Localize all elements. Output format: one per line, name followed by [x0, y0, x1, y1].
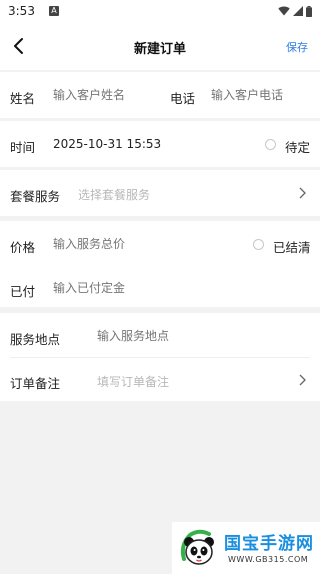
pending-label: 待定 — [285, 140, 311, 155]
time-label: 时间 — [10, 140, 36, 155]
payment-section: 价格 已结清 已付 — [0, 221, 320, 307]
battery-icon — [306, 5, 312, 17]
top-bar: 新建订单 保存 — [0, 22, 320, 70]
watermark-url: WWW.GB315.COM — [228, 555, 309, 564]
status-bar: 3:53 A — [0, 0, 320, 22]
time-row: 时间 2025-10-31 15:53 待定 — [0, 121, 320, 167]
wifi-icon — [278, 6, 290, 16]
phone-label: 电话 — [170, 91, 196, 106]
price-row: 价格 已结清 — [0, 221, 320, 267]
price-label: 价格 — [10, 240, 36, 255]
a-notification-icon: A — [48, 6, 59, 16]
package-section: 套餐服务 选择套餐服务 — [0, 170, 320, 216]
price-input[interactable] — [53, 237, 203, 251]
status-icons — [278, 5, 312, 17]
note-input[interactable]: 填写订单备注 — [97, 373, 169, 390]
pending-radio[interactable] — [265, 139, 276, 150]
package-row[interactable]: 套餐服务 选择套餐服务 — [0, 170, 320, 216]
note-row[interactable]: 订单备注 填写订单备注 — [0, 357, 320, 403]
chevron-right-icon — [299, 187, 306, 199]
panda-logo-icon — [180, 529, 214, 565]
note-label: 订单备注 — [10, 376, 61, 391]
paid-input[interactable] — [53, 281, 203, 295]
paid-label: 已付 — [10, 284, 36, 299]
address-input[interactable] — [97, 329, 277, 343]
settled-label: 已结清 — [273, 240, 311, 255]
name-input[interactable] — [53, 88, 153, 102]
package-label: 套餐服务 — [10, 189, 61, 204]
address-row: 服务地点 — [0, 313, 320, 359]
package-selector[interactable]: 选择套餐服务 — [78, 186, 150, 203]
name-label: 姓名 — [10, 91, 36, 106]
watermark-brand: 国宝手游网 — [224, 534, 314, 554]
save-button[interactable]: 保存 — [286, 39, 308, 55]
customer-section: 姓名 电话 — [0, 72, 320, 118]
time-section: 时间 2025-10-31 15:53 待定 — [0, 121, 320, 167]
time-value[interactable]: 2025-10-31 15:53 — [53, 137, 161, 151]
paid-row: 已付 — [0, 265, 320, 311]
status-time: 3:53 — [8, 4, 35, 18]
phone-input[interactable] — [211, 88, 311, 102]
address-label: 服务地点 — [10, 332, 61, 347]
settled-radio[interactable] — [253, 239, 264, 250]
chevron-right-icon — [299, 374, 306, 386]
signal-icon — [293, 6, 303, 16]
location-section: 服务地点 订单备注 填写订单备注 — [0, 313, 320, 401]
customer-row: 姓名 电话 — [0, 72, 320, 118]
watermark: 国宝手游网 WWW.GB315.COM — [172, 522, 320, 574]
page-title: 新建订单 — [133, 42, 186, 57]
